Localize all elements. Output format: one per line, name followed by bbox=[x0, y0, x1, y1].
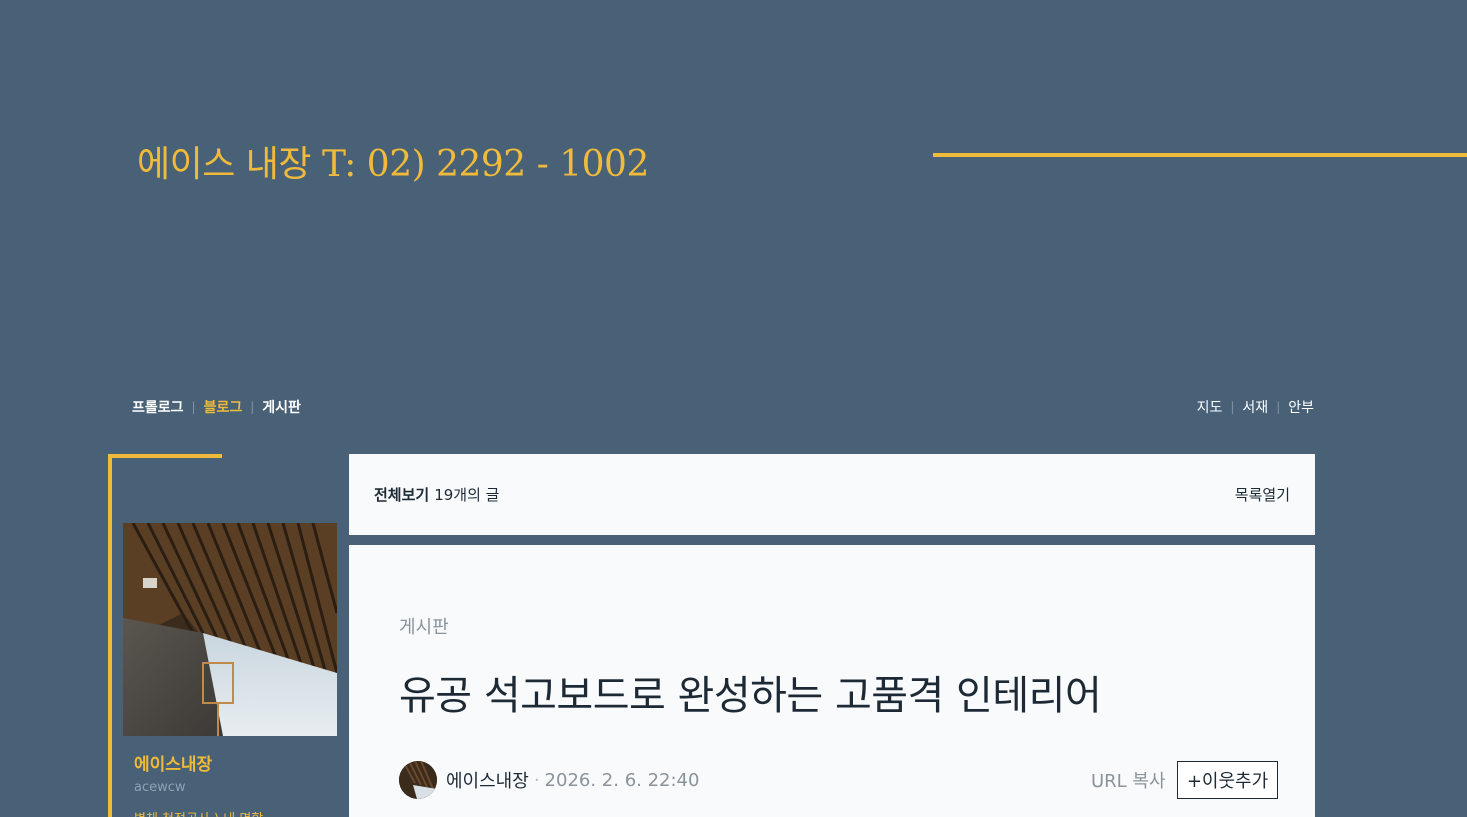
blog-title[interactable]: 에이스 내장 T: 02) 2292 - 1002 bbox=[137, 135, 649, 187]
menu-separator: | bbox=[191, 400, 196, 414]
menu-item-blog[interactable]: 블로그 bbox=[204, 397, 243, 417]
post-card: 게시판 유공 석고보드로 완성하는 고품격 인테리어 에이스내장 · 2026.… bbox=[349, 545, 1315, 817]
url-copy-button[interactable]: URL 복사 bbox=[1091, 767, 1166, 793]
menu-item-prologue[interactable]: 프롤로그 bbox=[132, 397, 184, 417]
blog-menu-right: 지도 | 서재 | 안부 bbox=[1197, 397, 1314, 417]
meta-separator: · bbox=[533, 769, 540, 791]
profile-id: acewcw bbox=[134, 780, 186, 795]
title-decoration-line bbox=[933, 153, 1467, 157]
post-meta: 에이스내장 · 2026. 2. 6. 22:40 bbox=[399, 761, 699, 799]
menu-separator: | bbox=[250, 400, 255, 414]
menu-item-guestbook[interactable]: 안부 bbox=[1288, 397, 1314, 417]
avatar-image bbox=[399, 761, 437, 799]
post-date: 2026. 2. 6. 22:40 bbox=[544, 769, 700, 791]
profile-frame-left bbox=[108, 454, 112, 817]
open-list-button[interactable]: 목록열기 bbox=[1235, 484, 1290, 505]
blog-menu-left: 프롤로그 | 블로그 | 게시판 bbox=[132, 397, 301, 417]
post-category[interactable]: 게시판 bbox=[399, 613, 449, 639]
profile-photo-image bbox=[123, 523, 337, 736]
menu-item-library[interactable]: 서재 bbox=[1242, 397, 1268, 417]
menu-item-board[interactable]: 게시판 bbox=[262, 397, 301, 417]
post-count: 19개의 글 bbox=[434, 486, 500, 504]
profile-name[interactable]: 에이스내장 bbox=[134, 750, 212, 775]
post-list-bar: 전체보기 19개의 글 목록열기 bbox=[349, 454, 1315, 535]
menu-separator: | bbox=[1276, 400, 1281, 414]
add-neighbor-button[interactable]: +이웃추가 bbox=[1177, 761, 1278, 799]
author-avatar[interactable] bbox=[399, 761, 437, 799]
all-posts-link[interactable]: 전체보기 bbox=[374, 486, 429, 504]
profile-description: 벽체 천정공사 ) 내 명함 bbox=[134, 808, 263, 817]
menu-item-map[interactable]: 지도 bbox=[1197, 397, 1223, 417]
post-title: 유공 석고보드로 완성하는 고품격 인테리어 bbox=[399, 673, 1102, 719]
profile-photo[interactable] bbox=[123, 523, 337, 736]
profile-frame-top bbox=[108, 454, 222, 458]
menu-separator: | bbox=[1230, 400, 1235, 414]
post-author[interactable]: 에이스내장 bbox=[446, 767, 529, 793]
post-count-summary: 전체보기 19개의 글 bbox=[374, 484, 499, 505]
